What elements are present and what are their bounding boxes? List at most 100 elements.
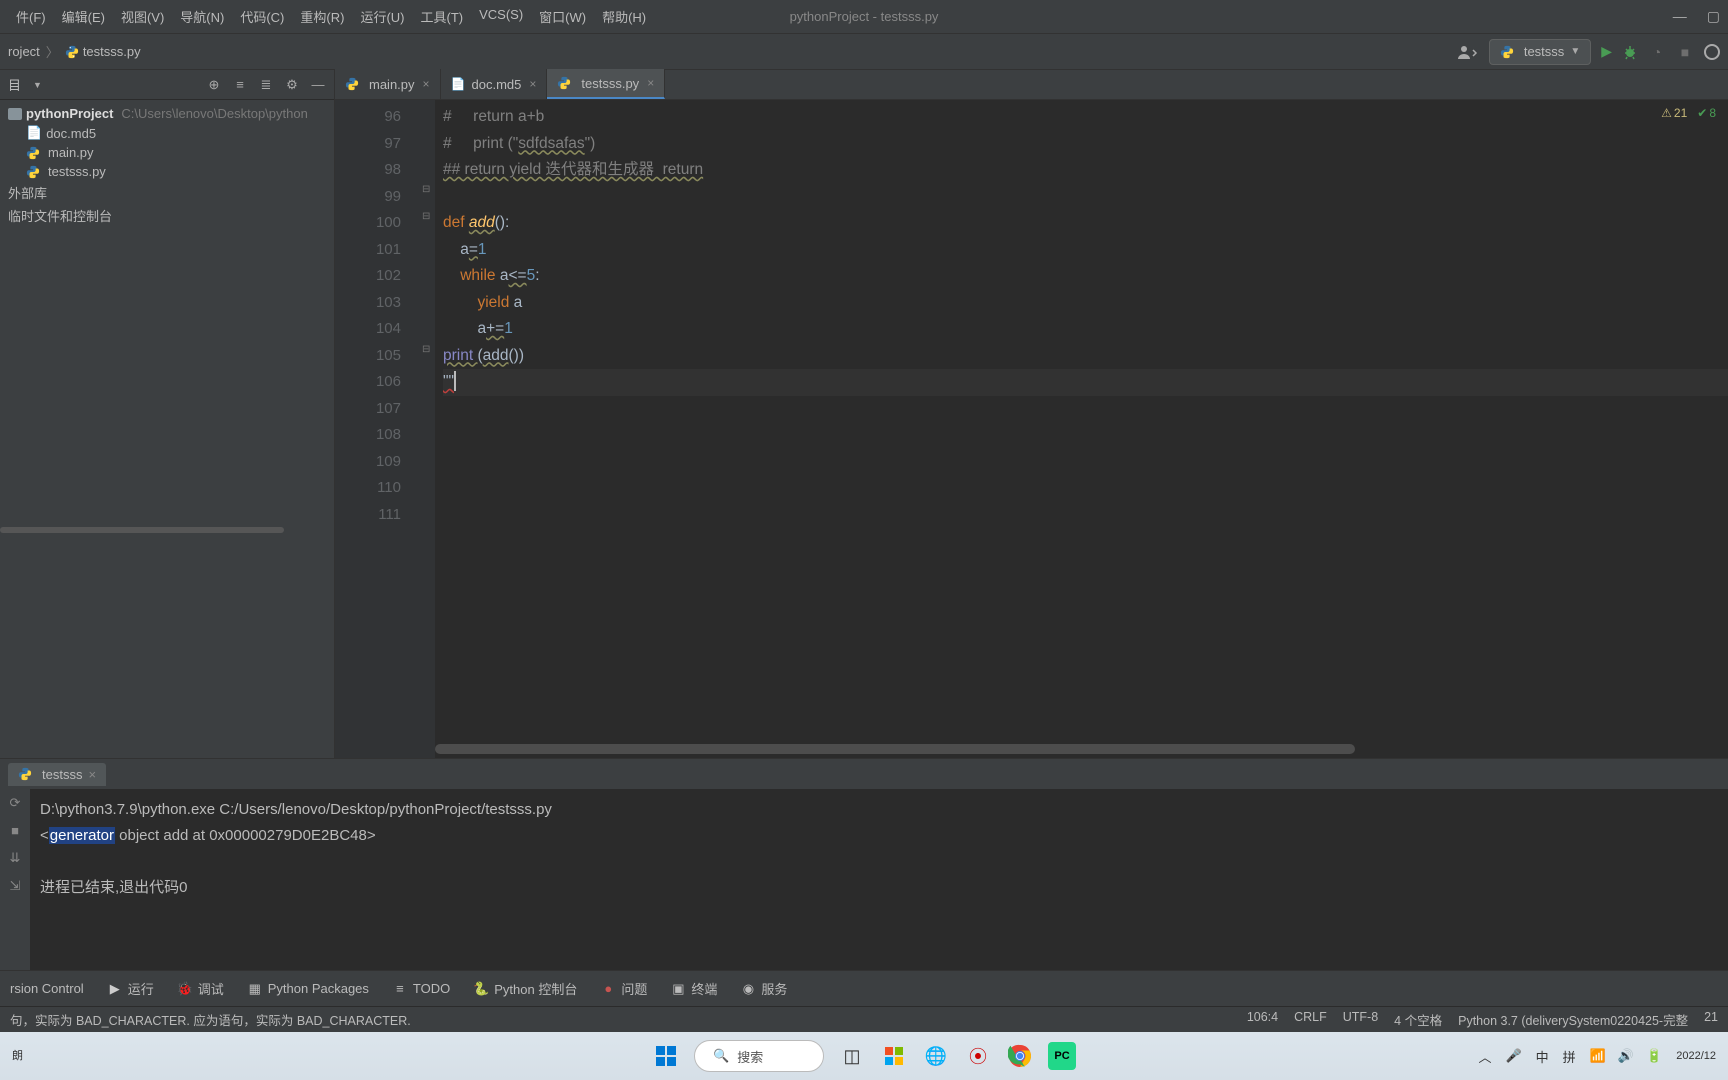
ms-store-icon[interactable] <box>880 1042 908 1070</box>
code-line[interactable]: # return a+b <box>443 104 1728 131</box>
start-button[interactable] <box>652 1042 680 1070</box>
code-with-me-icon[interactable] <box>1457 43 1479 61</box>
close-tab-icon[interactable]: × <box>529 77 536 91</box>
menu-edit[interactable]: 编辑(E) <box>54 3 113 30</box>
fold-column[interactable]: ⊟ ⊟ ⊟ <box>421 100 435 758</box>
status-caret-pos[interactable]: 106:4 <box>1247 1010 1278 1029</box>
toolwin-terminal[interactable]: ▣终端 <box>671 979 717 998</box>
tray-chevron-icon[interactable]: ︿ <box>1478 1047 1491 1066</box>
code-area[interactable]: # return a+b# print ("sdfdsafas")## retu… <box>435 100 1728 758</box>
menu-vcs[interactable]: VCS(S) <box>471 3 531 30</box>
expand-all-icon[interactable]: ≡ <box>232 77 248 93</box>
tree-scratches[interactable]: 临时文件和控制台 <box>0 204 334 227</box>
code-line[interactable]: ## return yield 迭代器和生成器 return <box>443 157 1728 184</box>
code-line[interactable] <box>443 396 1728 423</box>
fold-marker[interactable]: ⊟ <box>422 211 432 221</box>
debug-button[interactable] <box>1622 44 1638 60</box>
fold-marker[interactable]: ⊟ <box>422 184 432 194</box>
menu-window[interactable]: 窗口(W) <box>531 3 594 30</box>
run-tab[interactable]: testsss × <box>8 763 106 786</box>
code-line[interactable] <box>443 502 1728 529</box>
code-line[interactable] <box>443 449 1728 476</box>
toolwin-services[interactable]: ◉服务 <box>741 979 787 998</box>
pin-icon[interactable]: ⇲ <box>10 878 21 894</box>
toolwin-debug[interactable]: 🐞调试 <box>178 979 224 998</box>
tree-project-root[interactable]: pythonProject C:\Users\lenovo\Desktop\py… <box>0 104 334 123</box>
toolwin-packages[interactable]: ▦Python Packages <box>248 981 369 996</box>
minimize-button[interactable]: — <box>1673 8 1687 25</box>
menu-tools[interactable]: 工具(T) <box>412 3 471 30</box>
code-line[interactable]: yield a <box>443 290 1728 317</box>
code-line[interactable]: def add(): <box>443 210 1728 237</box>
console-output[interactable]: D:\python3.7.9\python.exe C:/Users/lenov… <box>30 789 1728 970</box>
code-line[interactable]: a=1 <box>443 237 1728 264</box>
tree-file[interactable]: 📄 doc.md5 <box>0 123 334 143</box>
menu-refactor[interactable]: 重构(R) <box>292 3 352 30</box>
project-view-label[interactable]: 目 <box>8 75 21 94</box>
code-line[interactable] <box>443 422 1728 449</box>
toolwin-run[interactable]: ▶运行 <box>108 979 154 998</box>
wifi-icon[interactable]: 📶 <box>1590 1048 1606 1064</box>
recorder-icon[interactable]: ⦿ <box>964 1042 992 1070</box>
stop-button[interactable]: ■ <box>1676 44 1694 60</box>
toolwin-problems[interactable]: ●问题 <box>601 979 647 998</box>
editor-body[interactable]: 9697989910010110210310410510610710810911… <box>335 100 1728 758</box>
close-tab-icon[interactable]: × <box>423 77 430 91</box>
close-tab-icon[interactable]: × <box>647 76 654 90</box>
menu-file[interactable]: 件(F) <box>8 3 54 30</box>
app-icon[interactable]: 🌐 <box>922 1042 950 1070</box>
breadcrumb-root[interactable]: roject <box>8 44 40 59</box>
ime-lang[interactable]: 中 <box>1536 1047 1549 1066</box>
line-gutter[interactable]: 9697989910010110210310410510610710810911… <box>335 100 421 758</box>
code-line[interactable]: print (add()) <box>443 343 1728 370</box>
task-view-icon[interactable]: ◫ <box>838 1042 866 1070</box>
tree-external-libs[interactable]: 外部库 <box>0 181 334 204</box>
chevron-down-icon[interactable]: ▼ <box>33 80 42 90</box>
code-line[interactable]: while a<=5: <box>443 263 1728 290</box>
code-line[interactable] <box>443 184 1728 211</box>
tab-main-py[interactable]: main.py× <box>335 69 441 99</box>
code-line[interactable]: # print ("sdfdsafas") <box>443 131 1728 158</box>
run-config-dropdown[interactable]: testsss ▼ <box>1489 39 1591 65</box>
tree-file[interactable]: main.py <box>0 143 334 162</box>
battery-icon[interactable]: 🔋 <box>1646 1048 1662 1064</box>
menu-navigate[interactable]: 导航(N) <box>172 3 232 30</box>
status-encoding[interactable]: UTF-8 <box>1343 1010 1378 1029</box>
inspection-badges[interactable]: ⚠21 ✔8 <box>1661 106 1716 120</box>
toolwin-todo[interactable]: ≡TODO <box>393 981 450 996</box>
tab-doc-md5[interactable]: 📄 doc.md5× <box>441 69 548 99</box>
menu-help[interactable]: 帮助(H) <box>594 3 654 30</box>
toolwin-vcs[interactable]: rsion Control <box>10 981 84 996</box>
collapse-all-icon[interactable]: ≣ <box>258 77 274 93</box>
taskbar-clock[interactable]: 2022/12 <box>1676 1050 1716 1063</box>
horizontal-scrollbar[interactable] <box>435 744 1355 754</box>
status-interpreter[interactable]: Python 3.7 (deliverySystem0220425-完整 <box>1458 1010 1688 1029</box>
stop-icon[interactable]: ■ <box>11 823 19 838</box>
tab-testsss-py[interactable]: testsss.py× <box>547 69 665 99</box>
status-indent[interactable]: 4 个空格 <box>1394 1010 1442 1029</box>
close-tab-icon[interactable]: × <box>88 767 96 782</box>
taskbar-search[interactable]: 🔍 搜索 <box>694 1040 824 1072</box>
fold-marker[interactable]: ⊟ <box>422 344 432 354</box>
status-line-sep[interactable]: CRLF <box>1294 1010 1327 1029</box>
volume-icon[interactable]: 🔊 <box>1618 1048 1634 1064</box>
search-everywhere-button[interactable] <box>1704 44 1720 60</box>
locate-icon[interactable]: ⊕ <box>206 77 222 93</box>
maximize-button[interactable]: ▢ <box>1707 8 1720 25</box>
run-button[interactable]: ▶ <box>1601 43 1612 60</box>
pycharm-icon[interactable]: PC <box>1048 1042 1076 1070</box>
settings-icon[interactable]: ⚙ <box>284 77 300 93</box>
horizontal-scrollbar[interactable] <box>0 527 284 533</box>
code-line[interactable] <box>443 475 1728 502</box>
layout-icon[interactable]: ⇊ <box>10 850 21 866</box>
menu-code[interactable]: 代码(C) <box>232 3 292 30</box>
code-line[interactable]: a+=1 <box>443 316 1728 343</box>
menu-run[interactable]: 运行(U) <box>352 3 412 30</box>
taskbar-left-widget[interactable]: 朗 <box>12 1050 23 1063</box>
code-line[interactable]: "" <box>443 369 1728 396</box>
tree-file[interactable]: testsss.py <box>0 162 334 181</box>
breadcrumb-file[interactable]: testsss.py <box>65 44 141 60</box>
project-tree[interactable]: pythonProject C:\Users\lenovo\Desktop\py… <box>0 100 334 537</box>
ime-mode[interactable]: 拼 <box>1563 1047 1576 1066</box>
rerun-icon[interactable]: ⟳ <box>10 795 21 811</box>
